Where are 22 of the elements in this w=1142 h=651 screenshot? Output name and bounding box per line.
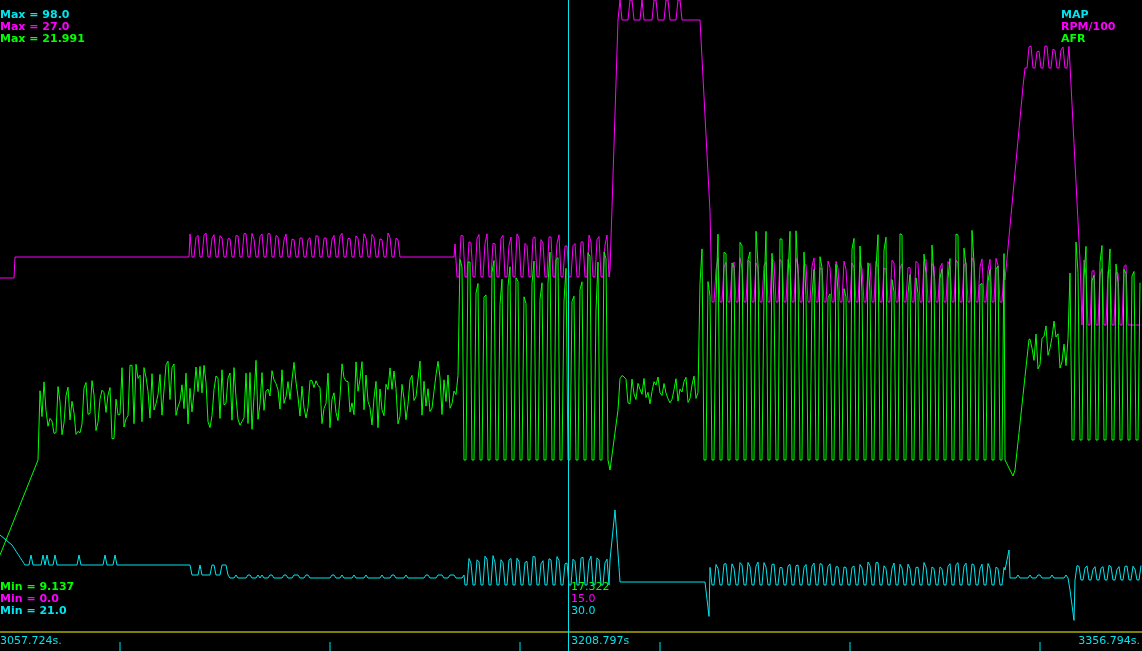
tick-mark — [119, 641, 121, 651]
cursor-readout: 17.322 — [571, 581, 610, 593]
cursor-line[interactable] — [568, 0, 569, 651]
start-time: 3057.724s. — [0, 633, 62, 648]
tick-mark — [329, 641, 331, 651]
min-label: Min = 9.137 — [0, 581, 75, 593]
max-label: Max = 98.0 — [0, 9, 71, 21]
tick-mark — [519, 641, 521, 651]
legend-label: AFR — [1061, 33, 1087, 45]
legend-label: RPM/100 — [1061, 21, 1116, 33]
cursor-readout: 15.0 — [571, 593, 597, 605]
tick-mark — [1039, 641, 1041, 651]
end-time: 3356.794s. — [1078, 633, 1140, 648]
max-label: Max = 21.991 — [0, 33, 85, 45]
min-label: Min = 0.0 — [0, 593, 60, 605]
min-label: Min = 21.0 — [0, 605, 68, 617]
tick-mark — [659, 641, 661, 651]
cursor-readout: 30.0 — [571, 605, 597, 617]
legend-label: MAP — [1061, 9, 1090, 21]
tick-mark — [849, 641, 851, 651]
max-label: Max = 27.0 — [0, 21, 71, 33]
cursor-time: 3208.797s — [571, 633, 630, 648]
